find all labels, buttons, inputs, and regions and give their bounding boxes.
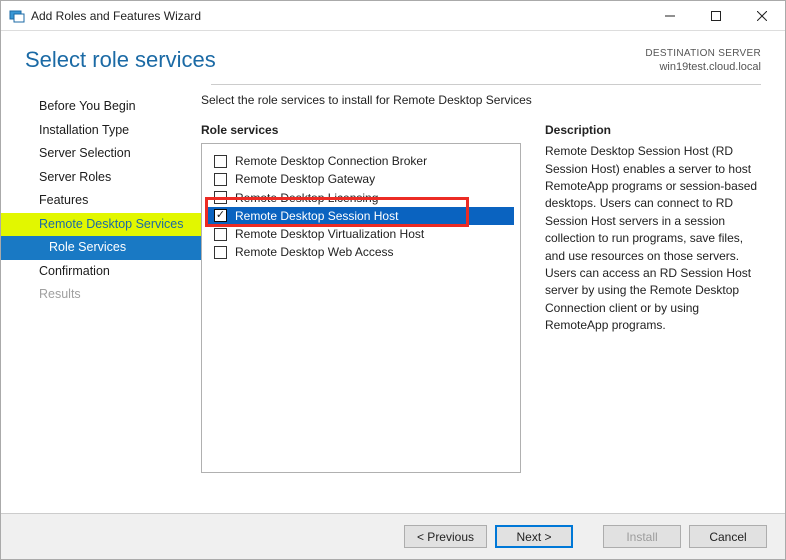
cancel-button[interactable]: Cancel (689, 525, 767, 548)
description-text: Remote Desktop Session Host (RD Session … (545, 143, 763, 334)
nav-server-selection[interactable]: Server Selection (1, 142, 201, 166)
role-label: Remote Desktop Session Host (235, 208, 398, 224)
main-pane: Select the role services to install for … (201, 91, 765, 473)
page-title: Select role services (25, 47, 216, 73)
nav-server-roles[interactable]: Server Roles (1, 166, 201, 190)
role-row-licensing[interactable]: Remote Desktop Licensing (208, 189, 514, 207)
role-services-list[interactable]: Remote Desktop Connection Broker Remote … (201, 143, 521, 473)
close-button[interactable] (739, 1, 785, 31)
roles-heading: Role services (201, 123, 521, 137)
destination-server-block: DESTINATION SERVER win19test.cloud.local (645, 47, 761, 74)
install-button: Install (603, 525, 681, 548)
wizard-nav: Before You Begin Installation Type Serve… (1, 91, 201, 473)
header: Select role services DESTINATION SERVER … (1, 31, 785, 80)
role-row-session-host[interactable]: ✓ Remote Desktop Session Host (208, 207, 514, 225)
description-column: Description Remote Desktop Session Host … (545, 123, 765, 473)
minimize-button[interactable] (647, 1, 693, 31)
content: Before You Begin Installation Type Serve… (1, 85, 785, 473)
role-label: Remote Desktop Gateway (235, 171, 375, 187)
next-button[interactable]: Next > (495, 525, 573, 548)
nav-confirmation[interactable]: Confirmation (1, 260, 201, 284)
role-row-gateway[interactable]: Remote Desktop Gateway (208, 170, 514, 188)
checkbox-icon[interactable] (214, 228, 227, 241)
app-icon (9, 8, 25, 24)
nav-installation-type[interactable]: Installation Type (1, 119, 201, 143)
window-controls (647, 1, 785, 31)
checkbox-icon[interactable] (214, 155, 227, 168)
roles-column: Role services Remote Desktop Connection … (201, 123, 521, 473)
window-title: Add Roles and Features Wizard (31, 9, 647, 23)
checkbox-icon[interactable] (214, 191, 227, 204)
nav-remote-desktop-services[interactable]: Remote Desktop Services (1, 213, 201, 237)
role-label: Remote Desktop Web Access (235, 244, 394, 260)
role-row-virtualization-host[interactable]: Remote Desktop Virtualization Host (208, 225, 514, 243)
checkbox-icon[interactable] (214, 173, 227, 186)
previous-button[interactable]: < Previous (404, 525, 487, 548)
nav-results: Results (1, 283, 201, 307)
role-row-connection-broker[interactable]: Remote Desktop Connection Broker (208, 152, 514, 170)
role-row-web-access[interactable]: Remote Desktop Web Access (208, 243, 514, 261)
role-label: Remote Desktop Licensing (235, 190, 378, 206)
checkbox-icon[interactable] (214, 246, 227, 259)
nav-before-you-begin[interactable]: Before You Begin (1, 95, 201, 119)
role-label: Remote Desktop Virtualization Host (235, 226, 424, 242)
nav-role-services[interactable]: Role Services (1, 236, 201, 260)
destination-label: DESTINATION SERVER (645, 47, 761, 60)
titlebar: Add Roles and Features Wizard (1, 1, 785, 31)
checkbox-icon[interactable]: ✓ (214, 209, 227, 222)
destination-server: win19test.cloud.local (645, 60, 761, 74)
description-heading: Description (545, 123, 763, 137)
nav-features[interactable]: Features (1, 189, 201, 213)
maximize-button[interactable] (693, 1, 739, 31)
wizard-footer: < Previous Next > Install Cancel (1, 513, 785, 559)
role-label: Remote Desktop Connection Broker (235, 153, 427, 169)
instruction-text: Select the role services to install for … (201, 93, 765, 107)
